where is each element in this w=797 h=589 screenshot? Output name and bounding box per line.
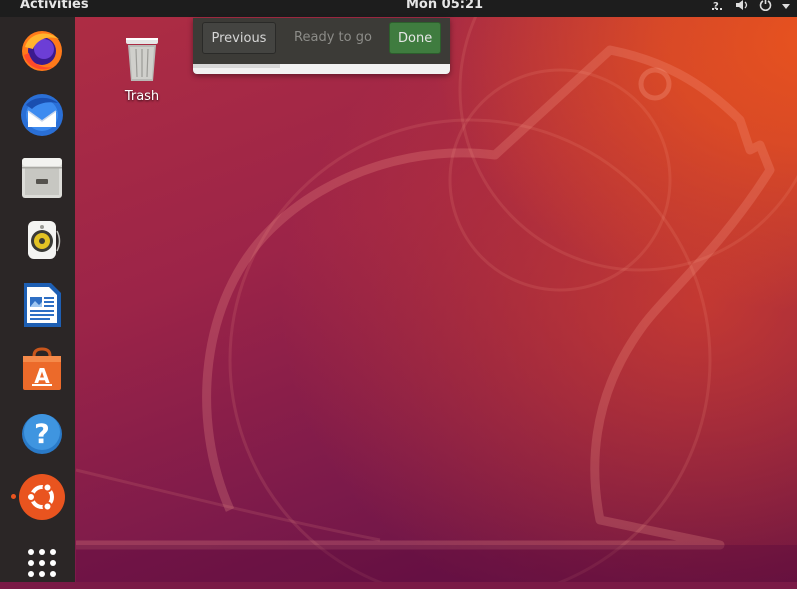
volume-icon (735, 0, 749, 14)
dock-item-files[interactable] (16, 151, 68, 203)
done-button[interactable]: Done (389, 22, 441, 54)
dock: A ? (0, 17, 75, 582)
ubuntu-icon (19, 474, 65, 520)
top-bar: Activities Mon 05:21 ? (0, 0, 797, 17)
progress-fill (193, 64, 281, 68)
dock-item-help[interactable]: ? (16, 408, 68, 460)
dock-item-writer[interactable] (16, 278, 68, 330)
install-progress-dialog: Previous Ready to go Done (193, 18, 450, 74)
dock-item-firefox[interactable] (16, 24, 68, 76)
trash-icon (126, 38, 158, 81)
writer-icon (24, 283, 61, 327)
dock-item-show-applications[interactable] (16, 537, 68, 589)
system-status-area[interactable]: ? (711, 0, 791, 14)
previous-button[interactable]: Previous (202, 22, 276, 54)
software-icon: A (23, 347, 61, 390)
firefox-icon (22, 31, 62, 71)
thunderbird-icon (21, 94, 63, 136)
dock-item-ubuntu[interactable] (16, 471, 68, 523)
trash-label: Trash (124, 89, 160, 104)
network-icon: ? (711, 0, 725, 14)
app-grid-icon (28, 549, 56, 577)
clock[interactable]: Mon 05:21 (406, 0, 483, 12)
svg-text:?: ? (34, 419, 50, 450)
help-icon: ? (22, 414, 62, 454)
rhythmbox-icon (28, 221, 61, 259)
dock-item-thunderbird[interactable] (16, 89, 68, 141)
dock-item-rhythmbox[interactable] (16, 214, 68, 266)
activities-button[interactable]: Activities (20, 0, 89, 12)
power-icon (759, 0, 772, 14)
dock-item-software[interactable]: A (16, 343, 68, 395)
files-icon (22, 158, 62, 198)
menu-caret-icon (782, 0, 791, 13)
status-label: Ready to go (294, 30, 372, 45)
trash-desktop-icon[interactable]: Trash (112, 35, 172, 104)
progress-bar (193, 64, 450, 74)
